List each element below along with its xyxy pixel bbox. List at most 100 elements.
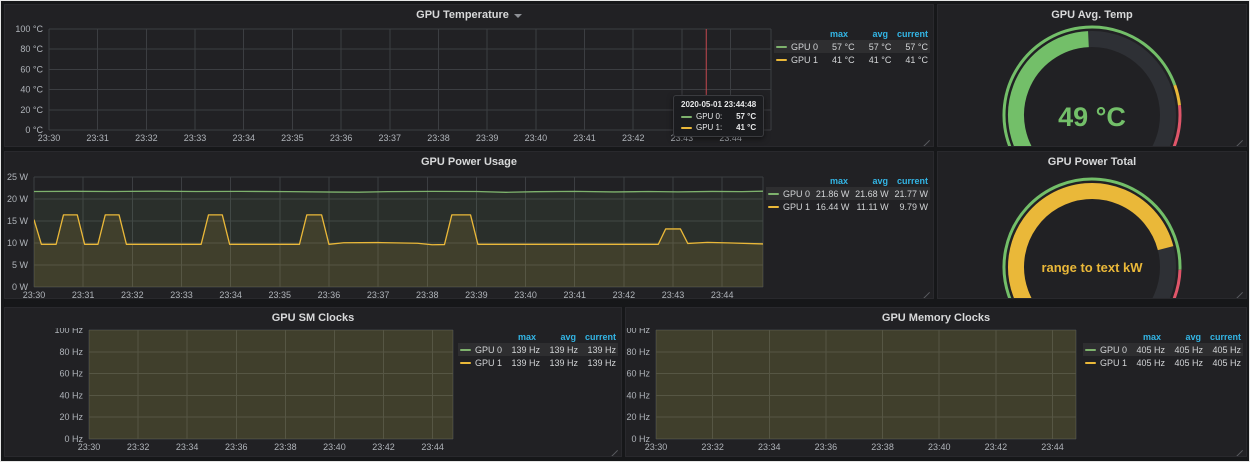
panel-header-gpu-avg-temp[interactable]: GPU Avg. Temp [938, 5, 1246, 25]
series-color-dash [681, 116, 692, 118]
legend-header-avg[interactable]: avg [848, 176, 888, 186]
svg-text:60 °C: 60 °C [20, 64, 43, 74]
svg-text:23:34: 23:34 [176, 442, 199, 452]
svg-text:range to text kW: range to text kW [1041, 260, 1143, 275]
svg-text:80 Hz: 80 Hz [59, 347, 83, 357]
svg-text:60 Hz: 60 Hz [626, 369, 650, 379]
legend-value: 57 °C [855, 42, 892, 52]
svg-text:23:35: 23:35 [281, 133, 304, 143]
svg-text:15 W: 15 W [7, 216, 29, 226]
panel-header-gpu-memory-clocks[interactable]: GPU Memory Clocks [626, 308, 1246, 328]
svg-text:40 °C: 40 °C [20, 85, 43, 95]
legend-value: 57 °C [818, 42, 855, 52]
svg-text:23:33: 23:33 [184, 133, 207, 143]
legend-header-current[interactable]: current [576, 332, 616, 342]
svg-text:23:39: 23:39 [476, 133, 499, 143]
legend-header-max[interactable]: max [808, 176, 848, 186]
panel-gpu-memory-clocks: GPU Memory Clocks 0 Hz20 Hz40 Hz60 Hz80 … [625, 307, 1247, 457]
legend-row[interactable]: GPU 1405 Hz405 Hz405 Hz [1083, 356, 1243, 369]
tooltip-series-name: GPU 0: [696, 112, 722, 121]
svg-text:23:34: 23:34 [232, 133, 255, 143]
legend-header-max[interactable]: max [1121, 332, 1161, 342]
svg-text:25 W: 25 W [7, 172, 29, 182]
svg-text:23:41: 23:41 [573, 133, 596, 143]
legend-header-row: maxavgcurrent [774, 27, 930, 40]
svg-text:23:35: 23:35 [269, 290, 292, 299]
tooltip-timestamp: 2020-05-01 23:44:48 [681, 100, 756, 109]
legend-header-current[interactable]: current [1201, 332, 1241, 342]
series-color-dash [776, 46, 787, 48]
legend-header-row: maxavgcurrent [1083, 330, 1243, 343]
panel-header-gpu-power-total[interactable]: GPU Power Total [938, 152, 1246, 172]
svg-text:23:30: 23:30 [645, 442, 668, 452]
svg-text:23:34: 23:34 [219, 290, 242, 299]
svg-text:60 Hz: 60 Hz [59, 369, 83, 379]
svg-text:23:39: 23:39 [465, 290, 488, 299]
legend-row[interactable]: GPU 0139 Hz139 Hz139 Hz [458, 343, 618, 356]
legend-row[interactable]: GPU 057 °C57 °C57 °C [774, 40, 930, 53]
legend-header-current[interactable]: current [888, 29, 928, 39]
legend-value: 405 Hz [1165, 358, 1203, 368]
panel-header-gpu-sm-clocks[interactable]: GPU SM Clocks [5, 308, 621, 328]
legend-value: 139 Hz [502, 358, 540, 368]
legend-value: 139 Hz [578, 345, 616, 355]
svg-text:23:31: 23:31 [86, 133, 109, 143]
svg-text:23:30: 23:30 [38, 133, 61, 143]
legend-series-name: GPU 0 [768, 189, 810, 199]
panel-title: GPU Temperature [416, 9, 509, 21]
svg-text:23:40: 23:40 [323, 442, 346, 452]
legend-row[interactable]: GPU 116.44 W11.11 W9.79 W [766, 200, 930, 213]
legend-value: 405 Hz [1165, 345, 1203, 355]
legend-header-row: maxavgcurrent [766, 174, 930, 187]
legend-header-current[interactable]: current [888, 176, 928, 186]
legend-header-row: maxavgcurrent [458, 330, 618, 343]
legend-value: 16.44 W [810, 202, 849, 212]
legend-value: 139 Hz [578, 358, 616, 368]
svg-text:80 °C: 80 °C [20, 44, 43, 54]
dashboard: GPU Temperature 0 °C20 °C40 °C60 °C80 °C… [0, 0, 1250, 462]
svg-text:23:34: 23:34 [758, 442, 781, 452]
legend-header-avg[interactable]: avg [536, 332, 576, 342]
svg-text:23:38: 23:38 [274, 442, 297, 452]
tooltip-row: GPU 0: 57 °C [681, 112, 756, 121]
legend-row[interactable]: GPU 0405 Hz405 Hz405 Hz [1083, 343, 1243, 356]
legend-value: 41 °C [891, 55, 928, 65]
svg-text:40 Hz: 40 Hz [626, 390, 650, 400]
series-color-dash [1085, 349, 1096, 351]
series-color-dash [768, 206, 779, 208]
legend-value: 139 Hz [502, 345, 540, 355]
legend-header-avg[interactable]: avg [848, 29, 888, 39]
svg-text:23:36: 23:36 [815, 442, 838, 452]
svg-text:23:38: 23:38 [416, 290, 439, 299]
svg-text:23:41: 23:41 [563, 290, 586, 299]
svg-text:100 Hz: 100 Hz [54, 328, 83, 335]
legend-row[interactable]: GPU 021.86 W21.68 W21.77 W [766, 187, 930, 200]
legend-row[interactable]: GPU 1139 Hz139 Hz139 Hz [458, 356, 618, 369]
svg-text:23:32: 23:32 [121, 290, 144, 299]
svg-text:23:32: 23:32 [135, 133, 158, 143]
avg-temp-gauge: 49 °C [938, 25, 1246, 147]
panel-header-gpu-power-usage[interactable]: GPU Power Usage [5, 152, 933, 172]
svg-text:23:37: 23:37 [367, 290, 390, 299]
svg-text:23:43: 23:43 [662, 290, 685, 299]
legend-series-name: GPU 1 [460, 358, 502, 368]
legend-value: 41 °C [818, 55, 855, 65]
series-color-dash [776, 59, 787, 61]
legend-header-max[interactable]: max [808, 29, 848, 39]
legend-row[interactable]: GPU 141 °C41 °C41 °C [774, 53, 930, 66]
svg-text:23:42: 23:42 [613, 290, 636, 299]
svg-text:49 °C: 49 °C [1058, 102, 1126, 132]
legend-value: 139 Hz [540, 345, 578, 355]
svg-text:23:36: 23:36 [318, 290, 341, 299]
panel-title: GPU Power Usage [421, 156, 517, 168]
svg-text:23:42: 23:42 [372, 442, 395, 452]
svg-text:23:32: 23:32 [701, 442, 724, 452]
power-total-gauge: range to text kW [938, 172, 1246, 299]
tooltip-series-value: 41 °C [728, 123, 756, 132]
svg-text:23:42: 23:42 [985, 442, 1008, 452]
panel-gpu-temperature: GPU Temperature 0 °C20 °C40 °C60 °C80 °C… [4, 4, 934, 147]
legend-header-max[interactable]: max [496, 332, 536, 342]
svg-text:23:36: 23:36 [330, 133, 353, 143]
panel-header-gpu-temperature[interactable]: GPU Temperature [5, 5, 933, 25]
legend-header-avg[interactable]: avg [1161, 332, 1201, 342]
